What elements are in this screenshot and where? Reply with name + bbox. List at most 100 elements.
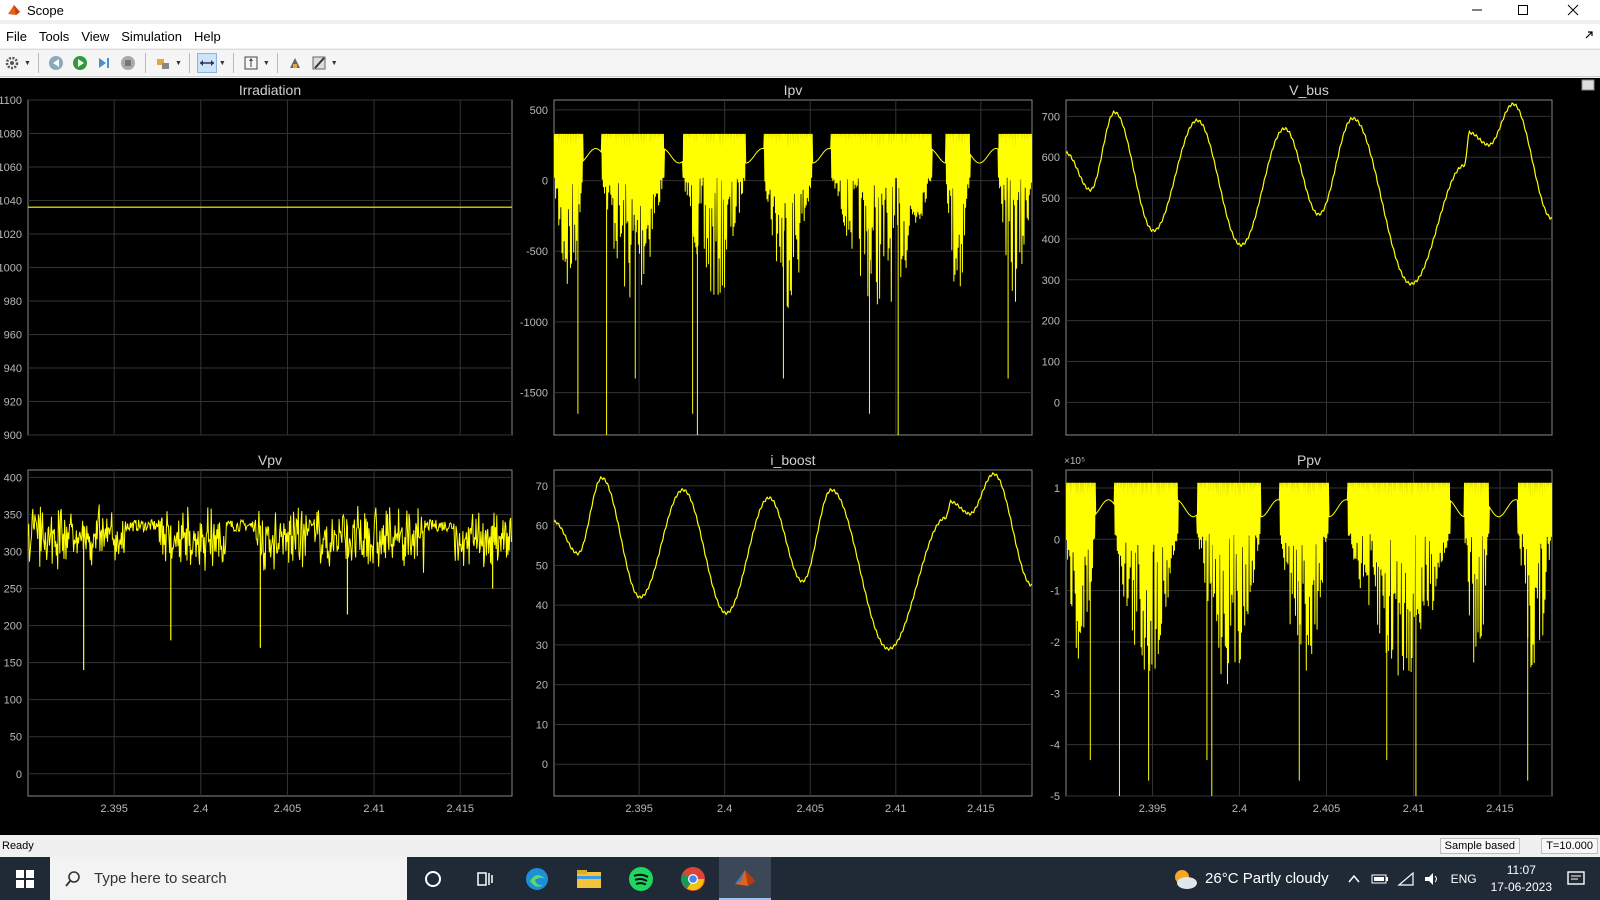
y-tick-label: 1020 — [0, 229, 22, 241]
menu-bar: File Tools View Simulation Help — [0, 24, 1600, 48]
plot-title: Vpv — [258, 452, 282, 468]
weather-widget[interactable]: 26°C Partly cloudy — [1171, 867, 1329, 891]
language-indicator[interactable]: ENG — [1451, 872, 1477, 886]
x-tick-label: 2.395 — [100, 803, 128, 815]
y-tick-label: 100 — [1042, 356, 1060, 368]
highlight-dropdown-icon[interactable]: ▼ — [175, 60, 182, 67]
y-tick-label: 900 — [4, 430, 22, 442]
search-placeholder: Type here to search — [94, 870, 227, 887]
y-tick-label: -4 — [1050, 740, 1060, 752]
y-tick-label: 700 — [1042, 111, 1060, 123]
y-tick-label: 350 — [4, 509, 22, 521]
highlight-block-button[interactable] — [153, 53, 173, 73]
stop-button[interactable] — [118, 53, 138, 73]
x-tick-label: 2.41 — [363, 803, 384, 815]
x-tick-label: 2.405 — [796, 803, 824, 815]
expand-axes-button[interactable] — [1581, 79, 1595, 91]
window-title: Scope — [27, 2, 64, 18]
step-back-button[interactable] — [46, 53, 66, 73]
plot-title: Irradiation — [239, 82, 301, 98]
undock-icon[interactable] — [1584, 30, 1594, 40]
menu-help[interactable]: Help — [188, 29, 227, 44]
settings-button[interactable] — [2, 53, 22, 73]
y-tick-label: 200 — [1042, 316, 1060, 328]
x-tick-label: 2.415 — [1486, 803, 1514, 815]
step-forward-button[interactable] — [94, 53, 114, 73]
y-tick-label: 1080 — [0, 129, 22, 141]
minimize-icon — [1472, 9, 1482, 11]
matlab-taskbar-button[interactable] — [719, 857, 771, 900]
plot-panel: Ipv 500 0 -500 -1000 -1500 — [520, 82, 1033, 436]
run-button[interactable] — [70, 53, 90, 73]
y-tick-label: -3 — [1050, 688, 1060, 700]
y-tick-label: 980 — [4, 296, 22, 308]
write-to-workspace-button[interactable] — [285, 53, 305, 73]
matlab-icon — [735, 869, 755, 886]
maximize-icon — [1518, 5, 1528, 15]
plot-title: Ppv — [1297, 452, 1321, 468]
menu-tools[interactable]: Tools — [33, 29, 75, 44]
highlight-block-icon — [156, 59, 169, 69]
toolbar-separator — [276, 53, 278, 73]
y-tick-label: 400 — [4, 472, 22, 484]
y-tick-label: 920 — [4, 397, 22, 409]
y-tick-label: 100 — [4, 695, 22, 707]
y-tick-label: 20 — [536, 680, 548, 692]
menu-simulation[interactable]: Simulation — [115, 29, 188, 44]
task-view-icon — [477, 871, 493, 886]
y-tick-label: 940 — [4, 363, 22, 375]
zoom-dropdown-icon[interactable]: ▼ — [219, 60, 226, 67]
y-tick-label: 500 — [530, 105, 548, 117]
x-tick-label: 2.395 — [1139, 803, 1167, 815]
settings-dropdown-icon[interactable]: ▼ — [24, 60, 31, 67]
chevron-up-icon[interactable] — [1347, 872, 1361, 886]
notifications-icon[interactable] — [1566, 869, 1586, 889]
maximize-button[interactable] — [1500, 0, 1546, 20]
taskbar-search[interactable]: Type here to search — [50, 857, 407, 900]
style-dropdown-icon[interactable]: ▼ — [331, 60, 338, 67]
minimize-button[interactable] — [1454, 0, 1500, 20]
clock[interactable]: 11:07 17-06-2023 — [1491, 862, 1552, 896]
y-tick-label: 50 — [536, 560, 548, 572]
cortana-button[interactable] — [407, 857, 459, 900]
spotify-button[interactable] — [615, 857, 667, 900]
edge-button[interactable] — [511, 857, 563, 900]
y-tick-label: 1060 — [0, 162, 22, 174]
chrome-button[interactable] — [667, 857, 719, 900]
x-tick-label: 2.41 — [885, 803, 906, 815]
x-tick-label: 2.4 — [1232, 803, 1247, 815]
volume-icon[interactable] — [1423, 871, 1441, 887]
zoom-icon — [199, 60, 214, 66]
y-tick-label: 1 — [1054, 483, 1060, 495]
plot-panel: V_bus 700 600 500 400 300 200 100 0 — [1042, 82, 1553, 436]
task-view-button[interactable] — [459, 857, 511, 900]
start-button[interactable] — [0, 857, 50, 900]
style-button[interactable] — [309, 53, 329, 73]
windows-icon — [16, 869, 34, 888]
battery-icon[interactable] — [1371, 872, 1389, 886]
x-tick-label: 2.4 — [193, 803, 208, 815]
scale-axes-button[interactable] — [241, 53, 261, 73]
menu-file[interactable]: File — [0, 29, 33, 44]
toolbar-separator — [188, 53, 190, 73]
zoom-button[interactable] — [196, 53, 217, 73]
x-tick-label: 2.405 — [1313, 803, 1341, 815]
weather-text: 26°C Partly cloudy — [1205, 870, 1329, 887]
menu-view[interactable]: View — [75, 29, 115, 44]
plot-panel: Irradiation 1100 1080 1060 1040 1020 1000 980 96… — [0, 82, 513, 442]
y-tick-label: -1000 — [520, 317, 548, 329]
y-tick-label: 70 — [536, 481, 548, 493]
run-icon — [72, 56, 87, 70]
y-tick-label: 10 — [536, 719, 548, 731]
close-button[interactable] — [1550, 0, 1596, 20]
scale-dropdown-icon[interactable]: ▼ — [263, 60, 270, 67]
file-explorer-button[interactable] — [563, 857, 615, 900]
wifi-icon[interactable] — [1396, 871, 1415, 887]
step-back-icon — [48, 56, 63, 70]
system-tray: 26°C Partly cloudy ENG 11:07 17-06-2023 — [1171, 857, 1600, 900]
y-tick-label: 150 — [4, 658, 22, 670]
x-tick-label: 2.415 — [446, 803, 474, 815]
simulation-time: T=10.000 — [1541, 838, 1598, 854]
y-tick-label: 960 — [4, 330, 22, 342]
clock-time: 11:07 — [1506, 862, 1536, 877]
